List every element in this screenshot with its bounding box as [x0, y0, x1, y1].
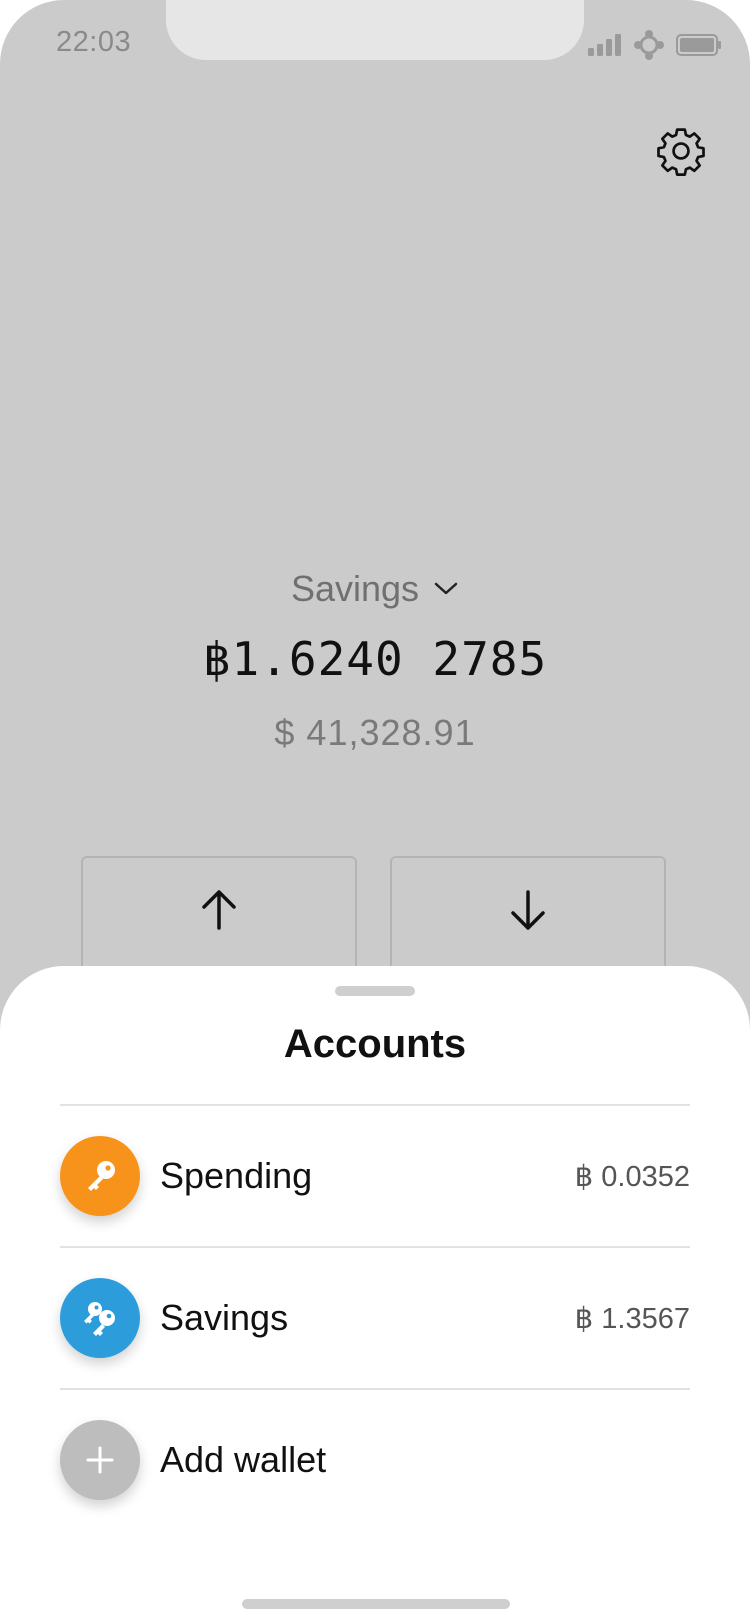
account-avatar-savings: [60, 1278, 140, 1358]
gear-icon: [657, 128, 705, 176]
accounts-sheet: Accounts Spending ฿ 0.0352 Savings ฿ 1.3…: [0, 966, 750, 1624]
account-row-savings[interactable]: Savings ฿ 1.3567: [60, 1278, 690, 1358]
wallet-screen: 22:03 Savings ฿1.6240 2785 $ 41,328.91 A…: [0, 0, 750, 1624]
account-avatar-spending: [60, 1136, 140, 1216]
account-amount: ฿ 1.3567: [574, 1302, 690, 1335]
network-icon: [634, 30, 664, 60]
balance-btc: ฿1.6240 2785: [202, 632, 548, 686]
account-amount: ฿ 0.0352: [574, 1160, 690, 1193]
divider: [60, 1388, 690, 1390]
settings-button[interactable]: [654, 124, 708, 178]
divider: [60, 1104, 690, 1106]
multi-key-icon: [84, 1302, 115, 1336]
account-row-spending[interactable]: Spending ฿ 0.0352: [60, 1136, 690, 1216]
balance-usd: $ 41,328.91: [274, 712, 476, 753]
account-label: Savings: [160, 1297, 289, 1338]
status-time: 22:03: [56, 26, 132, 58]
add-wallet-avatar: [60, 1420, 140, 1500]
add-wallet-button[interactable]: Add wallet: [60, 1420, 690, 1500]
selected-account-label: Savings: [290, 568, 420, 609]
device-notch: [166, 0, 584, 60]
account-label: Spending: [160, 1155, 313, 1196]
sheet-grabber[interactable]: [335, 986, 415, 996]
add-wallet-label: Add wallet: [160, 1439, 327, 1480]
battery-icon: [676, 34, 721, 56]
divider: [60, 1246, 690, 1248]
chevron-down-icon: [434, 582, 458, 595]
account-selector[interactable]: Savings: [0, 568, 750, 610]
arrow-down-icon: [511, 890, 545, 930]
key-icon: [88, 1161, 115, 1191]
signal-icon: [588, 34, 621, 56]
arrow-up-icon: [202, 890, 236, 930]
sheet-title: Accounts: [283, 1022, 467, 1066]
status-icons: [588, 30, 722, 60]
plus-icon: [86, 1446, 114, 1474]
home-indicator: [242, 1599, 510, 1609]
